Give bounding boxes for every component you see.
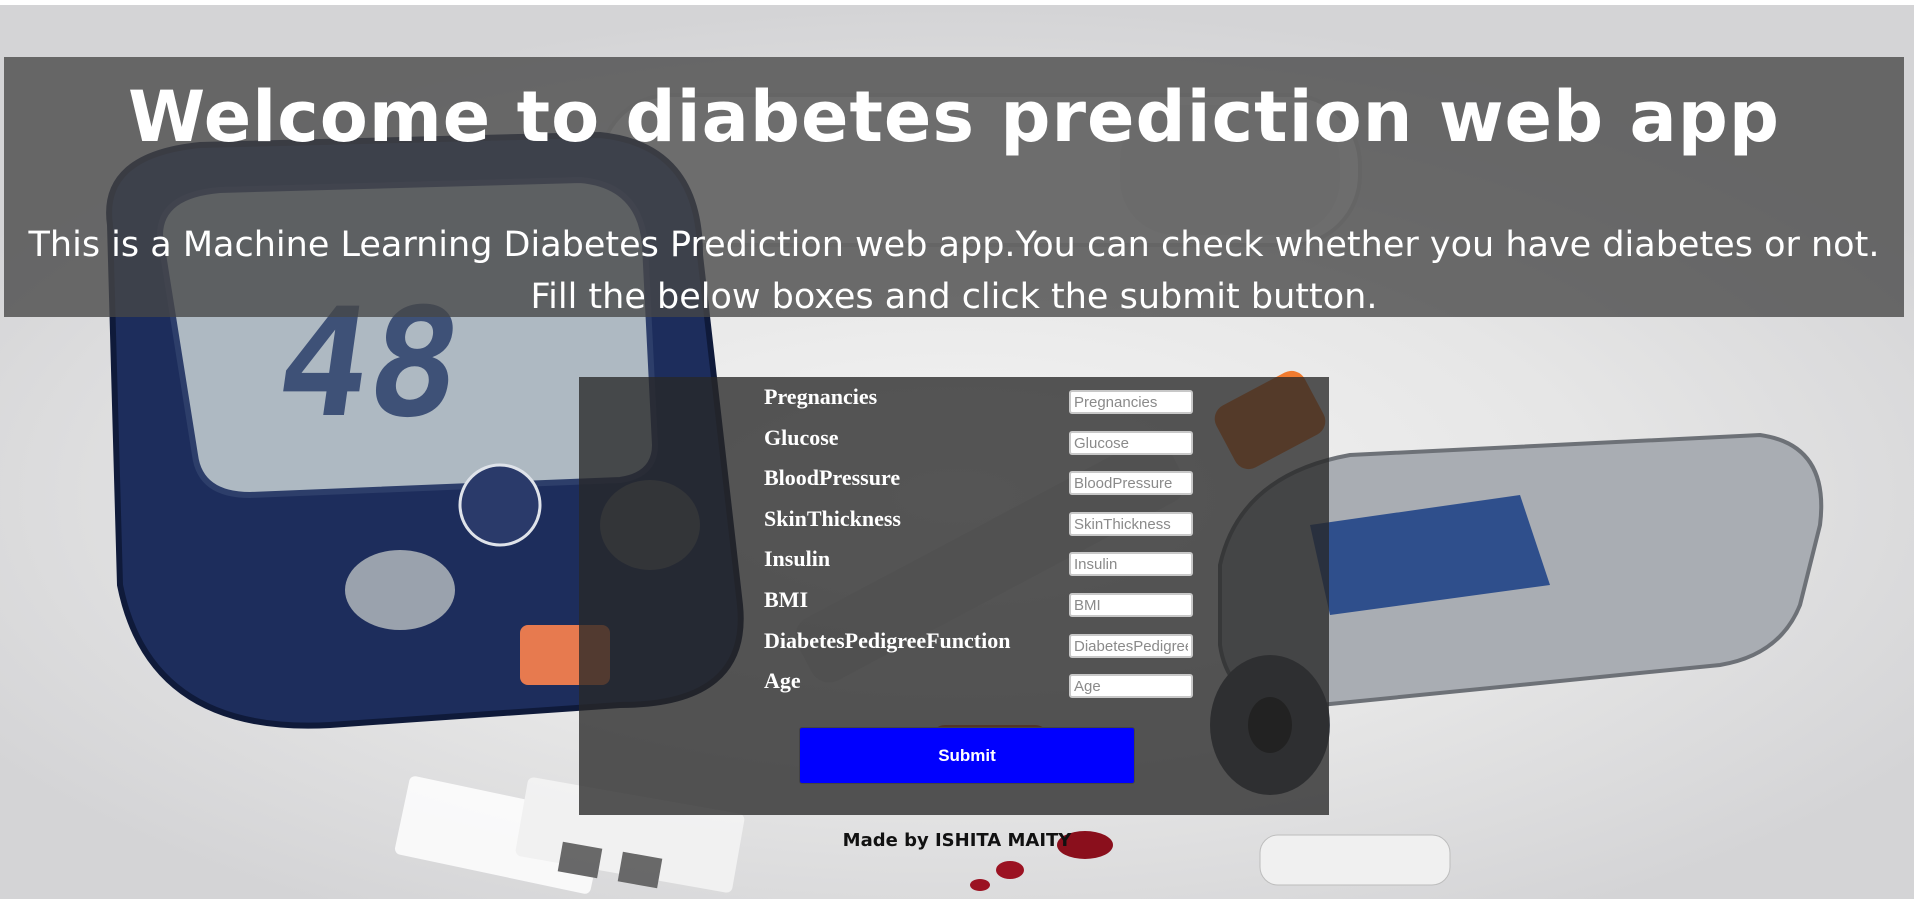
footer-credit: Made by ISHITA MAITY — [842, 830, 1072, 851]
submit-button[interactable]: Submit — [799, 727, 1135, 784]
prediction-form: Pregnancies Glucose BloodPressure SkinTh… — [579, 377, 1329, 815]
field-label-bmi: BMI — [764, 587, 808, 612]
intro-text: This is a Machine Learning Diabetes Pred… — [28, 225, 1880, 317]
field-row-glucose: Glucose — [764, 423, 1194, 457]
field-row-skin-thickness: SkinThickness — [764, 504, 1194, 538]
field-row-pregnancies: Pregnancies — [764, 382, 1194, 416]
field-label-skin-thickness: SkinThickness — [764, 506, 901, 531]
field-row-diabetes-pedigree-function: DiabetesPedigreeFunction — [764, 626, 1194, 660]
field-row-age: Age — [764, 666, 1194, 700]
field-row-insulin: Insulin — [764, 544, 1194, 578]
skin-thickness-input[interactable] — [1069, 512, 1193, 536]
header-banner: Welcome to diabetes prediction web app T… — [4, 57, 1904, 317]
field-label-insulin: Insulin — [764, 546, 831, 571]
page-title: Welcome to diabetes prediction web app — [128, 76, 1780, 158]
field-label-glucose: Glucose — [764, 425, 839, 450]
field-label-age: Age — [764, 668, 801, 693]
bmi-input[interactable] — [1069, 593, 1193, 617]
age-input[interactable] — [1069, 674, 1193, 698]
field-label-pregnancies: Pregnancies — [764, 384, 878, 409]
field-label-diabetes-pedigree-function: DiabetesPedigreeFunction — [764, 628, 1011, 653]
field-label-blood-pressure: BloodPressure — [764, 465, 901, 490]
blood-pressure-input[interactable] — [1069, 471, 1193, 495]
field-row-bmi: BMI — [764, 585, 1194, 619]
insulin-input[interactable] — [1069, 552, 1193, 576]
diabetes-pedigree-function-input[interactable] — [1069, 634, 1193, 658]
pregnancies-input[interactable] — [1069, 390, 1193, 414]
glucose-input[interactable] — [1069, 431, 1193, 455]
field-row-blood-pressure: BloodPressure — [764, 463, 1194, 497]
